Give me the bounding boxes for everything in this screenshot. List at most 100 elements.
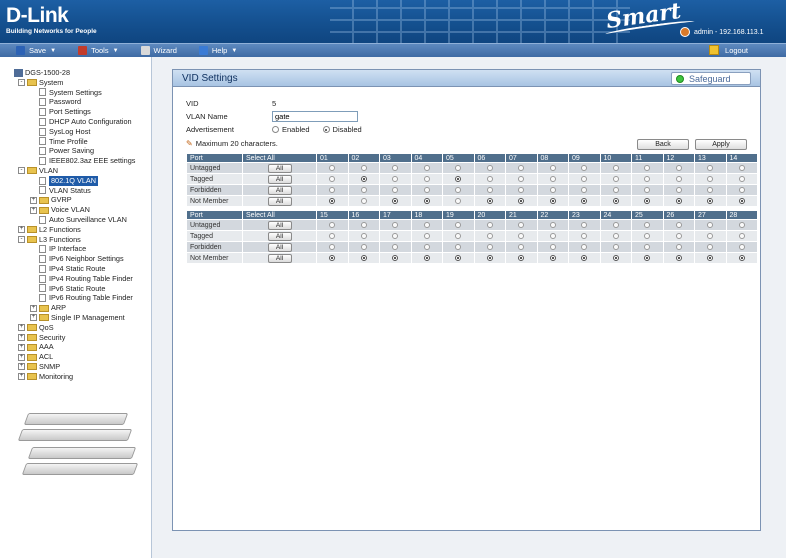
tree-item-ip-interface[interactable]: IP Interface	[14, 244, 135, 254]
port-membership-radio[interactable]	[738, 243, 745, 250]
advertisement-disabled-radio[interactable]	[322, 126, 330, 133]
expand-icon[interactable]: +	[30, 206, 37, 214]
expand-icon[interactable]: +	[30, 304, 37, 312]
port-membership-radio[interactable]	[486, 254, 493, 261]
tree-item-time-profile[interactable]: Time Profile	[14, 137, 135, 147]
port-membership-radio[interactable]	[707, 175, 714, 182]
port-membership-radio[interactable]	[644, 221, 651, 228]
port-membership-radio[interactable]	[360, 164, 367, 171]
port-membership-radio[interactable]	[612, 254, 619, 261]
port-membership-radio[interactable]	[738, 164, 745, 171]
port-membership-radio[interactable]	[392, 221, 399, 228]
port-membership-radio[interactable]	[423, 164, 430, 171]
menu-wizard-button[interactable]: Wizard	[140, 46, 177, 55]
port-membership-radio[interactable]	[392, 232, 399, 239]
port-membership-radio[interactable]	[549, 197, 556, 204]
tree-item-gvrp[interactable]: + GVRP	[14, 195, 135, 205]
tree-item-voice-vlan[interactable]: + Voice VLAN	[14, 205, 135, 215]
port-membership-radio[interactable]	[738, 186, 745, 193]
collapse-icon[interactable]: -	[18, 79, 25, 87]
port-membership-radio[interactable]	[707, 232, 714, 239]
port-membership-radio[interactable]	[644, 164, 651, 171]
expand-icon[interactable]: +	[18, 373, 25, 381]
port-membership-radio[interactable]	[518, 186, 525, 193]
port-membership-radio[interactable]	[707, 186, 714, 193]
port-membership-radio[interactable]	[581, 197, 588, 204]
port-membership-radio[interactable]	[612, 232, 619, 239]
port-membership-radio[interactable]	[392, 197, 399, 204]
vlan-name-input[interactable]	[272, 111, 358, 122]
port-membership-radio[interactable]	[518, 254, 525, 261]
port-membership-radio[interactable]	[392, 254, 399, 261]
tree-item-l3-functions[interactable]: - L3 Functions	[14, 235, 135, 245]
port-membership-radio[interactable]	[486, 175, 493, 182]
port-membership-radio[interactable]	[455, 164, 462, 171]
port-membership-radio[interactable]	[644, 232, 651, 239]
port-membership-radio[interactable]	[581, 186, 588, 193]
port-membership-radio[interactable]	[612, 221, 619, 228]
port-membership-radio[interactable]	[329, 175, 336, 182]
tree-item-aaa[interactable]: + AAA	[14, 342, 135, 352]
port-membership-radio[interactable]	[360, 197, 367, 204]
collapse-icon[interactable]: -	[18, 167, 25, 175]
port-membership-radio[interactable]	[581, 254, 588, 261]
port-membership-radio[interactable]	[360, 243, 367, 250]
port-membership-radio[interactable]	[675, 221, 682, 228]
tree-item-security[interactable]: + Security	[14, 333, 135, 343]
port-membership-radio[interactable]	[360, 186, 367, 193]
tree-item-acl[interactable]: + ACL	[14, 352, 135, 362]
port-membership-radio[interactable]	[392, 164, 399, 171]
port-membership-radio[interactable]	[455, 186, 462, 193]
port-membership-radio[interactable]	[518, 197, 525, 204]
port-membership-radio[interactable]	[738, 254, 745, 261]
port-membership-radio[interactable]	[581, 243, 588, 250]
port-membership-radio[interactable]	[644, 254, 651, 261]
tree-item-ipv4-routing-table-finder[interactable]: IPv4 Routing Table Finder	[14, 274, 135, 284]
port-membership-radio[interactable]	[518, 221, 525, 228]
tree-item-password[interactable]: Password	[14, 97, 135, 107]
port-membership-radio[interactable]	[581, 232, 588, 239]
logout-button[interactable]: Logout	[709, 45, 748, 55]
port-membership-radio[interactable]	[738, 175, 745, 182]
port-membership-radio[interactable]	[549, 221, 556, 228]
tree-item-arp[interactable]: + ARP	[14, 303, 135, 313]
port-membership-radio[interactable]	[329, 186, 336, 193]
port-membership-radio[interactable]	[518, 164, 525, 171]
expand-icon[interactable]: +	[18, 324, 25, 332]
port-membership-radio[interactable]	[581, 221, 588, 228]
tree-item-dhcp-auto-configuration[interactable]: DHCP Auto Configuration	[14, 117, 135, 127]
port-membership-radio[interactable]	[644, 243, 651, 250]
port-membership-radio[interactable]	[675, 254, 682, 261]
tree-item-ipv4-static-route[interactable]: IPv4 Static Route	[14, 264, 135, 274]
port-membership-radio[interactable]	[518, 232, 525, 239]
tree-item-vlan-status[interactable]: VLAN Status	[14, 186, 135, 196]
tree-item-single-ip-management[interactable]: + Single IP Management	[14, 313, 135, 323]
tree-item-qos[interactable]: + QoS	[14, 323, 135, 333]
tree-item-vlan[interactable]: - VLAN	[14, 166, 135, 176]
port-membership-radio[interactable]	[392, 186, 399, 193]
port-membership-radio[interactable]	[549, 164, 556, 171]
port-membership-radio[interactable]	[675, 164, 682, 171]
select-all-button[interactable]: All	[267, 253, 292, 263]
expand-icon[interactable]: +	[30, 314, 37, 322]
tree-item-system[interactable]: - System	[14, 78, 135, 88]
expand-icon[interactable]: +	[18, 226, 25, 234]
apply-button[interactable]: Apply	[695, 139, 747, 150]
port-membership-radio[interactable]	[455, 232, 462, 239]
port-membership-radio[interactable]	[455, 254, 462, 261]
port-membership-radio[interactable]	[486, 186, 493, 193]
tree-item-ipv6-routing-table-finder[interactable]: IPv6 Routing Table Finder	[14, 293, 135, 303]
select-all-button[interactable]: All	[267, 196, 292, 206]
port-membership-radio[interactable]	[486, 164, 493, 171]
port-membership-radio[interactable]	[549, 186, 556, 193]
port-membership-radio[interactable]	[360, 232, 367, 239]
port-membership-radio[interactable]	[329, 243, 336, 250]
select-all-button[interactable]: All	[267, 174, 292, 184]
port-membership-radio[interactable]	[675, 243, 682, 250]
select-all-button[interactable]: All	[267, 231, 292, 241]
port-membership-radio[interactable]	[455, 243, 462, 250]
port-membership-radio[interactable]	[707, 164, 714, 171]
port-membership-radio[interactable]	[581, 164, 588, 171]
tree-item-auto-surveillance-vlan[interactable]: Auto Surveillance VLAN	[14, 215, 135, 225]
port-membership-radio[interactable]	[486, 243, 493, 250]
